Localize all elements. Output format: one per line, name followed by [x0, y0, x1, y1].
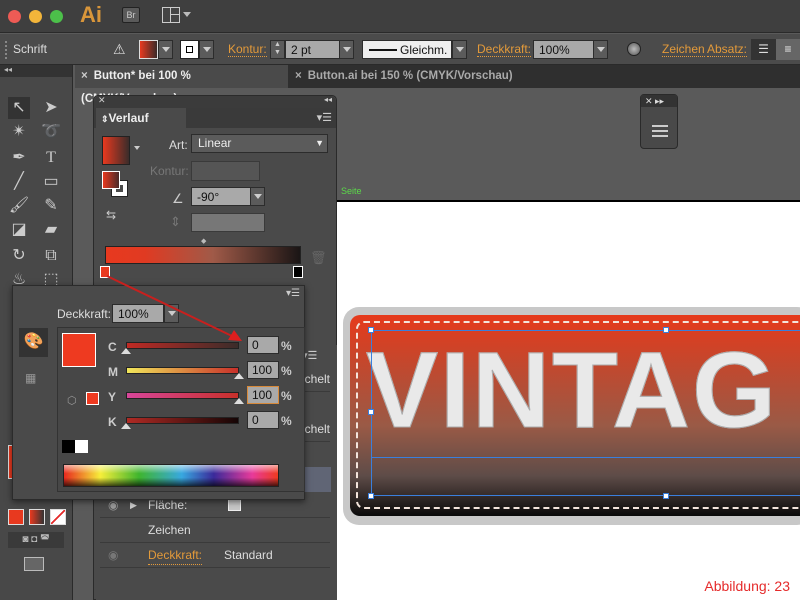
- arrow-line: [106, 275, 235, 338]
- annotation-arrow: [106, 275, 242, 341]
- fill-stroke-fill[interactable]: [102, 171, 120, 189]
